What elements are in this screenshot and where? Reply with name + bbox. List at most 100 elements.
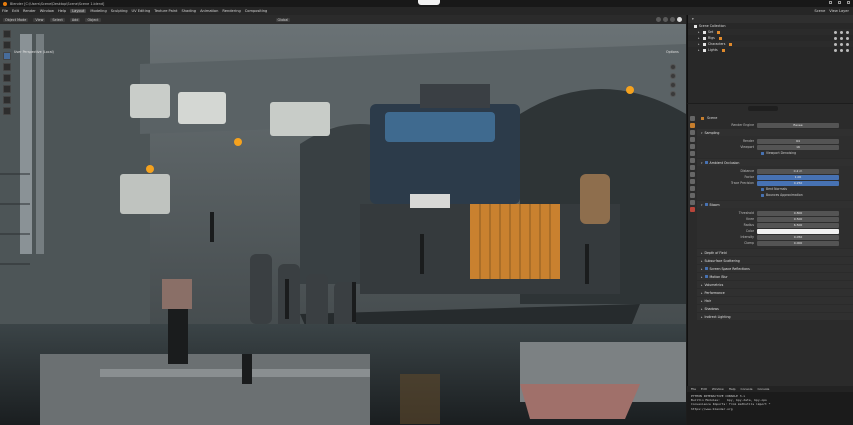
chevron-right-icon[interactable]: ▸ xyxy=(698,36,701,40)
outliner-row[interactable]: ▸ Lights xyxy=(688,47,853,53)
console-menu-help[interactable]: Help xyxy=(729,387,736,391)
camera-icon[interactable] xyxy=(846,36,849,40)
chevron-right-icon[interactable]: ▸ xyxy=(698,42,701,46)
menu-edit[interactable]: Edit xyxy=(12,9,19,13)
depth-of-field-panel-header[interactable]: ▸ Depth of Field xyxy=(697,249,853,256)
rotate-tool-icon[interactable] xyxy=(3,63,11,71)
physics-tab-icon[interactable] xyxy=(689,186,695,191)
zoom-icon[interactable] xyxy=(670,64,676,70)
cursor-tool-icon[interactable] xyxy=(3,41,11,49)
wireframe-shading-icon[interactable] xyxy=(656,17,661,22)
tab-texture-paint[interactable]: Texture Paint xyxy=(154,9,177,13)
tab-layout[interactable]: Layout xyxy=(70,9,87,13)
bounces-approximation-checkbox[interactable]: Bounces Approximation xyxy=(697,192,853,198)
volumetrics-panel-header[interactable]: ▸ Volumetrics xyxy=(697,281,853,288)
tab-animation[interactable]: Animation xyxy=(200,9,218,13)
tab-uv-editing[interactable]: UV Editing xyxy=(132,9,151,13)
tab-rendering[interactable]: Rendering xyxy=(222,9,240,13)
perspective-toggle-icon[interactable] xyxy=(670,91,676,97)
view-menu[interactable]: View xyxy=(33,17,46,22)
eye-icon[interactable] xyxy=(840,30,843,34)
object-tab-icon[interactable] xyxy=(689,165,695,170)
maximize-icon[interactable] xyxy=(838,1,841,4)
minimize-icon[interactable] xyxy=(829,1,832,4)
data-tab-icon[interactable] xyxy=(689,200,695,205)
bloom-color-swatch[interactable] xyxy=(757,228,839,234)
annotate-tool-icon[interactable] xyxy=(3,96,11,104)
checkbox-icon[interactable] xyxy=(704,267,708,270)
material-shading-icon[interactable] xyxy=(670,17,675,22)
outliner-filter-icon[interactable]: ▾ xyxy=(692,17,694,21)
screen-space-reflections-panel-header[interactable]: ▸ Screen Space Reflections xyxy=(697,265,853,272)
modifier-tab-icon[interactable] xyxy=(689,172,695,177)
collection-tab-icon[interactable] xyxy=(689,158,695,163)
chevron-right-icon[interactable]: ▸ xyxy=(698,30,701,34)
camera-icon[interactable] xyxy=(846,42,849,46)
ao-factor-slider[interactable]: 1.00 xyxy=(757,174,839,180)
viewport-options-label[interactable]: Options xyxy=(666,50,679,54)
camera-icon[interactable] xyxy=(846,48,849,52)
menu-window[interactable]: Window xyxy=(40,9,54,13)
bloom-knee-field[interactable]: 0.500 xyxy=(757,216,839,222)
move-tool-icon[interactable] xyxy=(3,52,11,60)
scene-tab-icon[interactable] xyxy=(689,144,695,149)
performance-panel-header[interactable]: ▸ Performance xyxy=(697,289,853,296)
checkbox-icon[interactable] xyxy=(834,48,837,52)
scale-tool-icon[interactable] xyxy=(3,74,11,82)
checkbox-icon[interactable] xyxy=(704,275,708,278)
console-menu-file[interactable]: File xyxy=(691,387,696,391)
object-mode-dropdown[interactable]: Object Mode xyxy=(3,17,29,22)
console-menu-window[interactable]: Window xyxy=(712,387,724,391)
tweak-tool-icon[interactable] xyxy=(3,30,11,38)
hair-panel-header[interactable]: ▸ Hair xyxy=(697,297,853,304)
console-menu-edit[interactable]: Edit xyxy=(701,387,707,391)
measure-tool-icon[interactable] xyxy=(3,107,11,115)
tool-tab-icon[interactable] xyxy=(689,116,695,121)
subsurface-scattering-panel-header[interactable]: ▸ Subsurface Scattering xyxy=(697,257,853,264)
view-layer-selector[interactable]: View Layer xyxy=(829,9,849,13)
eye-icon[interactable] xyxy=(840,42,843,46)
material-tab-icon[interactable] xyxy=(689,207,695,212)
camera-view-icon[interactable] xyxy=(670,82,676,88)
pan-icon[interactable] xyxy=(670,73,676,79)
eye-icon[interactable] xyxy=(840,36,843,40)
rendered-shading-icon[interactable] xyxy=(677,17,682,22)
solid-shading-icon[interactable] xyxy=(663,17,668,22)
shadows-panel-header[interactable]: ▸ Shadows xyxy=(697,305,853,312)
viewport-denoising-checkbox[interactable]: Viewport Denoising xyxy=(697,150,853,156)
console-menu-console[interactable]: Console xyxy=(741,387,753,391)
tab-compositing[interactable]: Compositing xyxy=(245,9,268,13)
render-engine-dropdown[interactable]: Eevee xyxy=(757,122,839,128)
3d-viewport[interactable]: User Perspective (Local) Options xyxy=(0,24,686,425)
render-tab-icon[interactable] xyxy=(689,123,695,128)
constraints-tab-icon[interactable] xyxy=(689,193,695,198)
particles-tab-icon[interactable] xyxy=(689,179,695,184)
chevron-right-icon[interactable]: ▸ xyxy=(698,48,701,52)
close-icon[interactable] xyxy=(847,1,850,4)
bloom-panel-header[interactable]: ▾ Bloom xyxy=(697,201,853,208)
bloom-intensity-field[interactable]: 0.050 xyxy=(757,234,839,240)
checkbox-icon[interactable] xyxy=(704,161,708,164)
object-menu[interactable]: Object xyxy=(85,17,101,22)
checkbox-icon[interactable] xyxy=(834,42,837,46)
bloom-clamp-field[interactable]: 0.000 xyxy=(757,240,839,246)
tab-sculpting[interactable]: Sculpting xyxy=(111,9,128,13)
motion-blur-panel-header[interactable]: ▸ Motion Blur xyxy=(697,273,853,280)
ao-trace-precision-slider[interactable]: 0.250 xyxy=(757,180,839,186)
render-samples-field[interactable]: 64 xyxy=(757,138,839,144)
eye-icon[interactable] xyxy=(840,48,843,52)
tab-shading[interactable]: Shading xyxy=(181,9,196,13)
transform-tool-icon[interactable] xyxy=(3,85,11,93)
transform-orientation-dropdown[interactable]: Global xyxy=(275,17,291,22)
scene-selector[interactable]: Scene xyxy=(814,9,825,13)
menu-render[interactable]: Render xyxy=(23,9,36,13)
menu-file[interactable]: File xyxy=(2,9,8,13)
console-editor-type[interactable]: Console xyxy=(757,387,769,391)
sampling-panel-header[interactable]: ▾ Sampling xyxy=(697,129,853,136)
python-console[interactable]: PYTHON INTERACTIVE CONSOLE 3.x Builtin Mo… xyxy=(687,392,853,425)
bloom-threshold-field[interactable]: 0.800 xyxy=(757,210,839,216)
ao-distance-field[interactable]: 0.2 m xyxy=(757,168,839,174)
world-tab-icon[interactable] xyxy=(689,151,695,156)
checkbox-icon[interactable] xyxy=(834,36,837,40)
add-menu[interactable]: Add xyxy=(69,17,81,22)
